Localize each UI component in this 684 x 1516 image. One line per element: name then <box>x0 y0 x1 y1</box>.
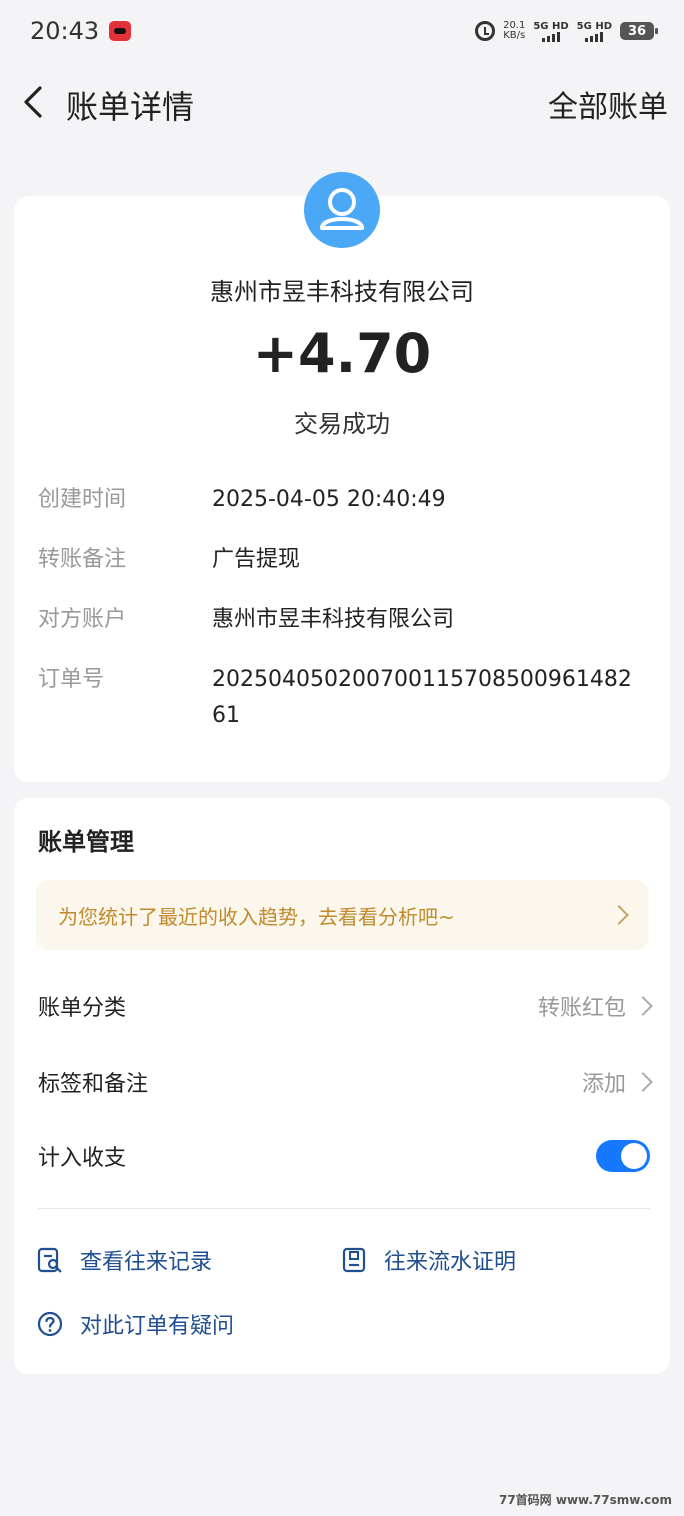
question-circle-icon <box>37 1311 63 1337</box>
detail-row-counterparty: 对方账户 惠州市昱丰科技有限公司 <box>38 602 658 638</box>
bill-category-label: 账单分类 <box>38 996 127 1021</box>
section-title: 账单管理 <box>38 828 134 856</box>
net-speed-unit: KB/s <box>503 30 526 41</box>
tags-notes-label: 标签和备注 <box>38 1072 149 1097</box>
status-time: 20:43 <box>30 17 100 45</box>
count-in-stats-toggle[interactable] <box>596 1140 650 1172</box>
chevron-right-icon <box>633 996 653 1016</box>
detail-value: 惠州市昱丰科技有限公司 <box>212 607 455 632</box>
detail-label: 创建时间 <box>38 487 127 512</box>
sim1-label: 5G HD <box>533 20 569 32</box>
order-question-label: 对此订单有疑问 <box>80 1314 235 1339</box>
app-notification-icon <box>109 21 132 41</box>
chevron-right-icon <box>609 905 629 925</box>
detail-label: 订单号 <box>38 667 105 692</box>
bill-category-value-wrap: 转账红包 <box>537 990 653 1022</box>
detail-label: 对方账户 <box>38 607 127 632</box>
detail-label: 转账备注 <box>38 547 127 572</box>
tags-notes-row[interactable]: 标签和备注 添加 <box>38 1062 653 1102</box>
watermark: 77首码网 www.77smw.com <box>498 1493 672 1507</box>
detail-value: 广告提现 <box>212 547 301 572</box>
user-icon <box>304 172 380 248</box>
view-records-link[interactable]: 查看往来记录 <box>36 1244 212 1276</box>
sim1-signal: 5G HD <box>533 20 569 42</box>
view-records-label: 查看往来记录 <box>80 1250 213 1275</box>
status-right: 20.1 KB/s 5G HD 5G HD 36 <box>475 20 658 42</box>
detail-row-created: 创建时间 2025-04-05 20:40:49 <box>38 482 658 518</box>
alarm-icon <box>475 21 496 41</box>
chevron-left-icon[interactable] <box>18 84 54 120</box>
detail-row-order-number: 订单号 202504050200700115708500961482 61 <box>38 662 658 734</box>
page-title: 账单详情 <box>66 88 195 126</box>
signal-bars-icon <box>585 31 604 42</box>
bill-management-card: 账单管理 为您统计了最近的收入趋势，去看看分析吧~ 账单分类 转账红包 标签和备… <box>14 798 670 1374</box>
order-question-link[interactable]: 对此订单有疑问 <box>36 1308 234 1340</box>
all-bills-link[interactable]: 全部账单 <box>548 82 668 126</box>
income-trend-tip[interactable]: 为您统计了最近的收入趋势，去看看分析吧~ <box>36 880 648 950</box>
count-in-stats-label: 计入收支 <box>38 1146 127 1171</box>
order-number[interactable]: 202504050200700115708500961482 61 <box>212 662 642 734</box>
bill-summary-card: 惠州市昱丰科技有限公司 +4.70 交易成功 创建时间 2025-04-05 2… <box>14 172 670 782</box>
count-in-stats-row: 计入收支 <box>38 1136 650 1176</box>
detail-value: 2025-04-05 20:40:49 <box>212 487 446 512</box>
nav-bar: 账单详情 全部账单 <box>0 70 684 134</box>
merchant-name: 惠州市昱丰科技有限公司 <box>210 278 474 306</box>
battery-icon: 36 <box>620 22 658 40</box>
tip-text: 为您统计了最近的收入趋势，去看看分析吧~ <box>58 904 455 929</box>
transaction-status: 交易成功 <box>294 410 390 438</box>
sim2-signal: 5G HD <box>577 21 612 42</box>
certificate-icon <box>342 1247 366 1273</box>
signal-bars-icon <box>542 31 560 42</box>
document-search-icon <box>37 1247 62 1273</box>
transaction-proof-link[interactable]: 往来流水证明 <box>340 1244 516 1276</box>
bill-category-row[interactable]: 账单分类 转账红包 <box>38 986 653 1026</box>
network-speed: 20.1 KB/s <box>503 21 525 41</box>
tags-notes-value-wrap: 添加 <box>581 1066 653 1098</box>
chevron-right-icon <box>633 1072 653 1092</box>
divider <box>38 1208 650 1209</box>
status-left: 20:43 <box>30 17 132 45</box>
amount: +4.70 <box>252 322 432 385</box>
tags-notes-value: 添加 <box>581 1072 626 1097</box>
sim2-label: 5G HD <box>576 20 612 32</box>
status-bar: 20:43 20.1 KB/s 5G HD 5G HD 36 <box>0 0 684 62</box>
bill-category-value: 转账红包 <box>537 996 626 1021</box>
transaction-proof-label: 往来流水证明 <box>384 1250 517 1275</box>
detail-row-remark: 转账备注 广告提现 <box>38 542 658 578</box>
